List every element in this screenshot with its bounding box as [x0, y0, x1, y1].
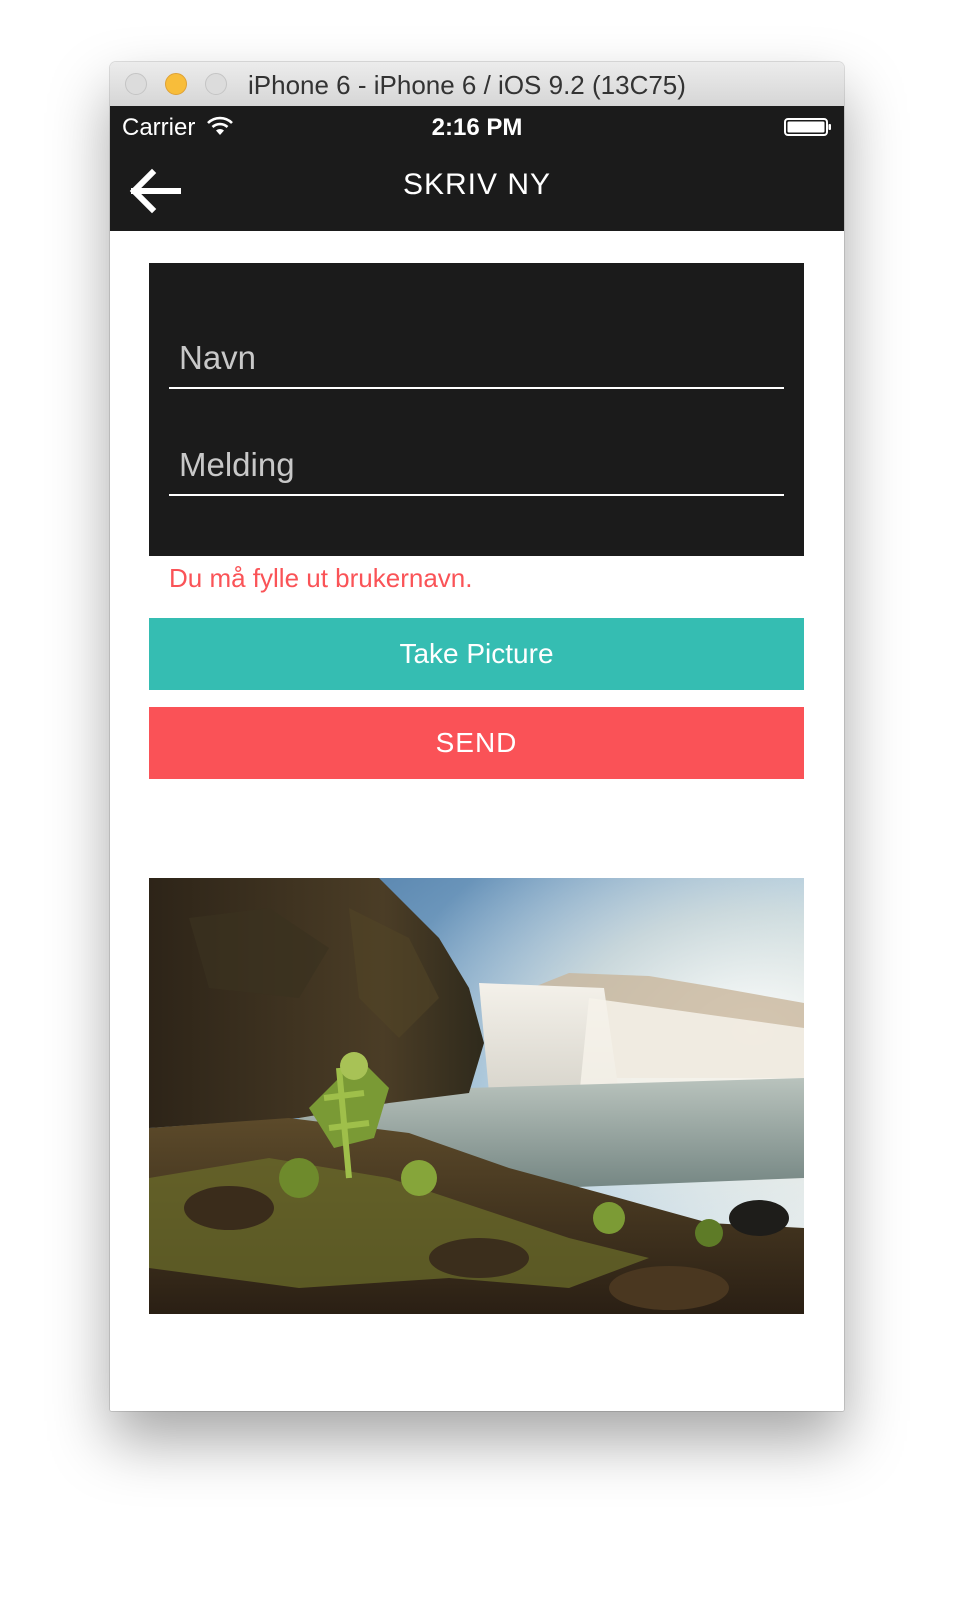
battery-icon [784, 118, 831, 136]
status-time: 2:16 PM [431, 114, 523, 141]
simulator-window: iPhone 6 - iPhone 6 / iOS 9.2 (13C75) Ca… [110, 62, 844, 1411]
minimize-window-button[interactable] [165, 73, 187, 95]
take-picture-button[interactable]: Take Picture [149, 618, 804, 690]
send-button[interactable]: SEND [149, 707, 804, 779]
phone-screen: Carrier 2:16 PM SKRIV NY Navn Melding Du… [110, 106, 844, 1411]
zoom-window-button[interactable] [205, 73, 227, 95]
message-input[interactable] [169, 436, 784, 496]
window-titlebar: iPhone 6 - iPhone 6 / iOS 9.2 (13C75) [110, 62, 844, 107]
status-bar: Carrier 2:16 PM [110, 106, 844, 150]
name-input[interactable] [169, 329, 784, 389]
window-title: iPhone 6 - iPhone 6 / iOS 9.2 (13C75) [248, 70, 686, 100]
close-window-button[interactable] [125, 73, 147, 95]
navigation-bar: SKRIV NY [110, 150, 844, 231]
message-form [149, 263, 804, 556]
waterfall-landscape-image [149, 878, 804, 1314]
page-title: SKRIV NY [402, 168, 552, 201]
attached-photo [149, 878, 804, 1314]
validation-error-message: Du må fylle ut brukernavn. [169, 563, 473, 593]
